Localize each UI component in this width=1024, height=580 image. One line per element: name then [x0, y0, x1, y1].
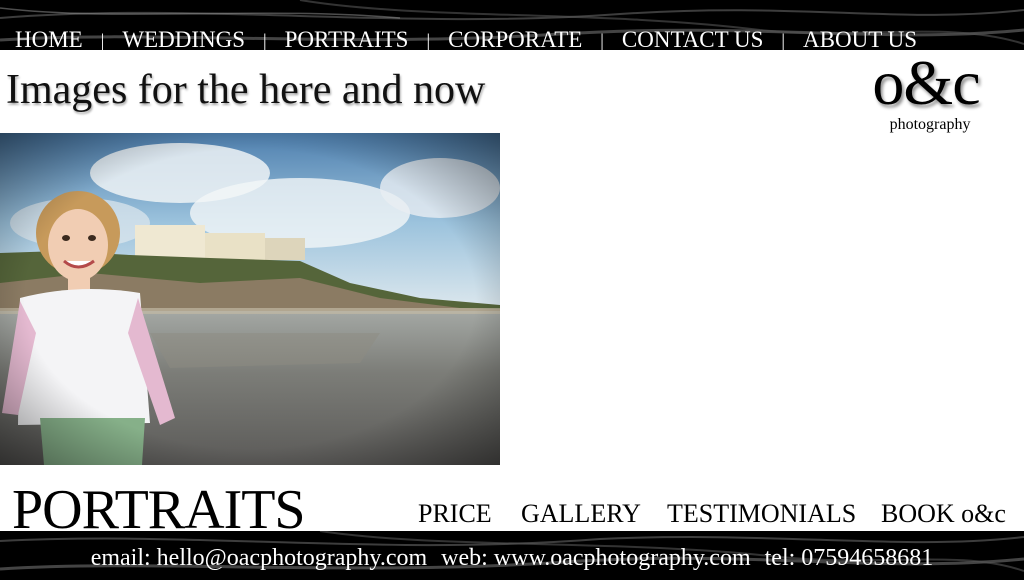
- main-nav: HOME | WEDDINGS | PORTRAITS | CORPORATE …: [0, 26, 1024, 50]
- nav-portraits[interactable]: PORTRAITS: [285, 27, 409, 50]
- nav-separator: |: [426, 29, 431, 50]
- footer-web[interactable]: web: www.oacphotography.com: [441, 545, 750, 571]
- nav-home[interactable]: HOME: [15, 27, 83, 50]
- footer-tel: tel: 07594658681: [764, 545, 934, 571]
- logo-mark: o&c: [872, 47, 980, 118]
- footer-contact: email: hello@oacphotography.com web: www…: [0, 545, 1024, 572]
- subnav-price-label[interactable]: PRICE: [418, 499, 492, 529]
- nav-corporate[interactable]: CORPORATE: [448, 27, 582, 50]
- top-nav-bar: HOME | WEDDINGS | PORTRAITS | CORPORATE …: [0, 0, 1024, 50]
- nav-separator: |: [781, 29, 786, 50]
- girl-on-beach-photo: [0, 133, 500, 465]
- logo[interactable]: o&c photography: [858, 47, 994, 133]
- nav-separator: |: [100, 29, 105, 50]
- subnav-testimonials-label[interactable]: TESTIMONIALS: [667, 499, 856, 529]
- nav-weddings[interactable]: WEDDINGS: [122, 27, 245, 50]
- subnav-book-label[interactable]: BOOK o&c: [881, 499, 1006, 529]
- nav-contact-us[interactable]: CONTACT US: [622, 27, 764, 50]
- footer-bar: email: hello@oacphotography.com web: www…: [0, 531, 1024, 580]
- logo-subtitle: photography: [889, 116, 971, 133]
- nav-separator: |: [600, 29, 604, 50]
- subnav-price[interactable]: PRICE: [418, 497, 492, 531]
- subnav-gallery-label[interactable]: GALLERY: [521, 499, 641, 529]
- page-tagline: Images for the here and now: [6, 67, 486, 113]
- nav-separator: |: [263, 29, 267, 50]
- subnav-book[interactable]: BOOK o&c: [881, 497, 1006, 531]
- footer-email[interactable]: email: hello@oacphotography.com: [91, 545, 427, 571]
- subnav-gallery[interactable]: GALLERY: [521, 497, 641, 531]
- subnav-testimonials[interactable]: TESTIMONIALS: [667, 497, 856, 531]
